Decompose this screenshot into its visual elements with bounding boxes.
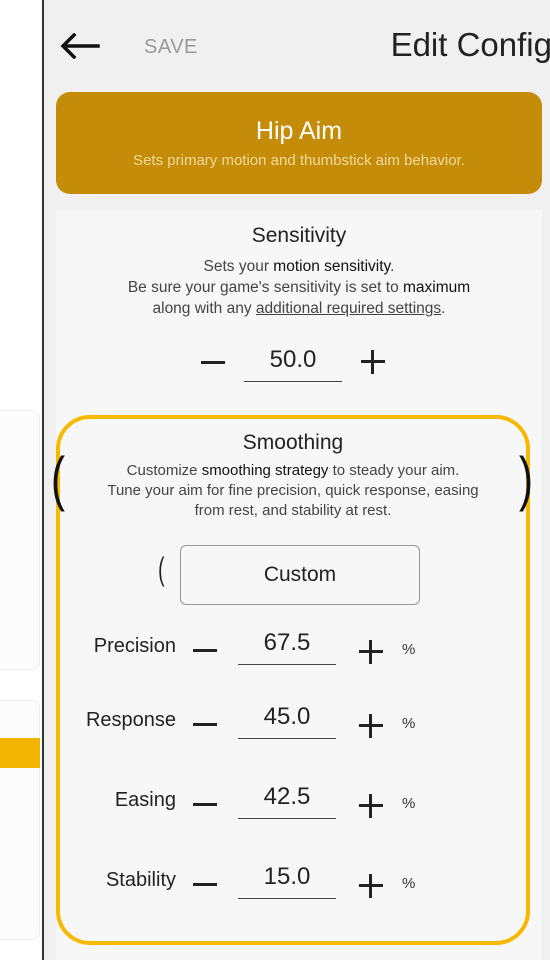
precision-label: Precision [93, 635, 176, 657]
stability-label: Stability [105, 869, 176, 891]
desc-text: Tune your aim for fine precision, quick … [107, 482, 479, 499]
desc-emphasis: motion sensitivity [273, 258, 391, 275]
settings-content: Sensitivity Sets your motion sensitivity… [51, 210, 542, 960]
minus-icon [193, 802, 217, 806]
smoothing-header: Smoothing Customize smoothing strategy t… [60, 431, 526, 521]
easing-decrease-button[interactable] [190, 789, 220, 819]
background-card [0, 410, 40, 670]
easing-value-field[interactable]: 42.5 [238, 779, 336, 819]
percent-unit: % [402, 875, 416, 892]
response-row: Response 45.0 % [60, 699, 526, 755]
banner-subtitle: Sets primary motion and thumbstick aim b… [133, 152, 465, 169]
smoothing-section: Smoothing Customize smoothing strategy t… [51, 415, 533, 945]
desc-text: to steady your aim. [328, 462, 460, 479]
minus-icon [201, 360, 225, 364]
header-bar: SAVE Edit Config [44, 0, 550, 92]
stability-value-field[interactable]: 15.0 [238, 859, 336, 899]
response-decrease-button[interactable] [190, 709, 220, 739]
desc-text: Customize [126, 462, 202, 479]
required-settings-link[interactable]: additional required settings [256, 300, 441, 317]
easing-row: Easing 42.5 % [60, 779, 526, 835]
percent-unit: % [402, 715, 416, 732]
easing-label: Easing [114, 789, 176, 811]
next-section-chevron-icon[interactable]: ) [519, 449, 533, 509]
back-button[interactable] [54, 24, 106, 68]
response-value-field[interactable]: 45.0 [238, 699, 336, 739]
sensitivity-description: Sets your motion sensitivity. Be sure yo… [56, 256, 542, 319]
percent-unit: % [402, 641, 416, 658]
desc-emphasis: smoothing strategy [201, 462, 329, 479]
desc-text: along with any [152, 300, 256, 317]
smoothing-title: Smoothing [242, 431, 344, 454]
precision-increase-button[interactable] [356, 637, 386, 667]
desc-text: . [390, 258, 395, 275]
sensitivity-section: Sensitivity Sets your motion sensitivity… [56, 224, 542, 319]
response-increase-button[interactable] [356, 711, 386, 741]
sensitivity-stepper: 50.0 [198, 342, 388, 382]
stability-increase-button[interactable] [356, 871, 386, 901]
page-title: Edit Config [390, 26, 550, 63]
desc-text: Sets your [203, 258, 274, 275]
response-label: Response [85, 709, 176, 731]
percent-unit: % [402, 795, 416, 812]
stability-decrease-button[interactable] [190, 869, 220, 899]
sensitivity-title: Sensitivity [251, 224, 347, 247]
desc-text: from rest, and stability at rest. [194, 502, 392, 519]
config-panel: SAVE Edit Config Hip Aim Sets primary mo… [42, 0, 550, 960]
sensitivity-increase-button[interactable] [358, 347, 388, 377]
precision-row: Precision 67.5 % [60, 625, 526, 681]
minus-icon [193, 882, 217, 886]
banner-title: Hip Aim [255, 117, 343, 145]
precision-decrease-button[interactable] [190, 635, 220, 665]
easing-increase-button[interactable] [356, 791, 386, 821]
minus-icon [193, 722, 217, 726]
smoothing-preset-select[interactable]: Custom [180, 545, 420, 605]
desc-text: Be sure your game's sensitivity is set t… [127, 279, 403, 296]
preset-prev-chevron-icon[interactable]: ( [158, 551, 164, 588]
prev-section-chevron-icon[interactable]: ( [51, 449, 65, 509]
desc-emphasis: maximum [403, 279, 471, 296]
precision-value-field[interactable]: 67.5 [238, 625, 336, 665]
minus-icon [193, 648, 217, 652]
accent-marker [0, 738, 40, 768]
sensitivity-value-field[interactable]: 50.0 [244, 342, 342, 382]
back-arrow-icon [60, 33, 100, 59]
background-card [0, 700, 40, 940]
desc-text: . [441, 300, 446, 317]
section-banner: Hip Aim Sets primary motion and thumbsti… [56, 92, 542, 194]
smoothing-description: Customize smoothing strategy to steady y… [60, 461, 526, 521]
sensitivity-decrease-button[interactable] [198, 347, 228, 377]
save-button[interactable]: SAVE [144, 36, 198, 59]
stability-row: Stability 15.0 % [60, 859, 526, 915]
